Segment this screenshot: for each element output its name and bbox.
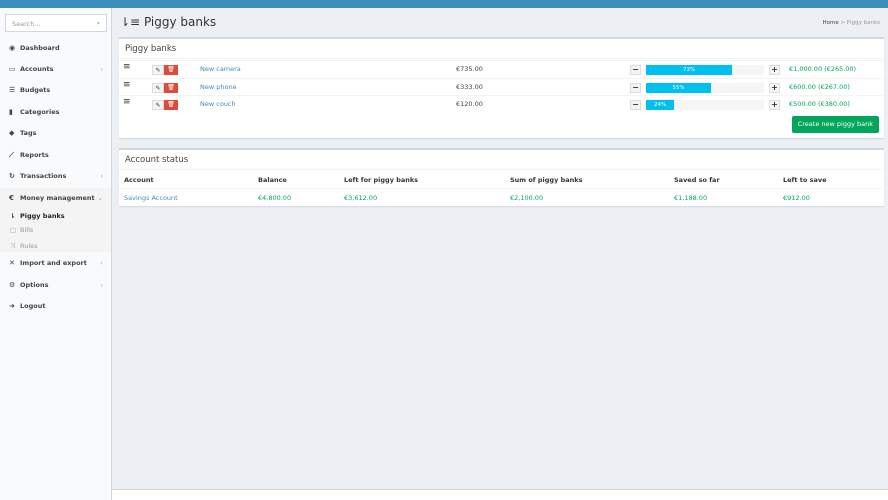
breadcrumb-home[interactable]: Home: [823, 20, 839, 26]
euro-icon: €: [9, 194, 14, 202]
sidebar-item-categories[interactable]: ▮ Categories: [0, 102, 112, 122]
chevron-left-icon: ‹: [100, 65, 103, 73]
search-icon[interactable]: ⌕: [96, 19, 100, 28]
budget-icon: ☰: [9, 86, 16, 94]
column-header: Account: [124, 176, 154, 184]
add-money-button[interactable]: +: [769, 65, 780, 75]
target-amount: €1,000.00 (€265.00): [789, 65, 857, 73]
sidebar-sub-rules[interactable]: ⤨ Rules: [10, 241, 38, 250]
column-header: Left for piggy banks: [344, 176, 419, 184]
chevron-left-icon: ‹: [100, 172, 103, 180]
account-link[interactable]: Savings Account: [124, 194, 178, 202]
table-cell: €4,800.00: [258, 194, 292, 202]
sort-amount-icon: ⇂≡: [120, 15, 144, 29]
sidebar-item-options[interactable]: ⚙ Options ‹: [0, 275, 112, 295]
progress-fill: 73%: [646, 65, 733, 75]
current-amount: €333.00: [456, 82, 483, 91]
column-header: Left to save: [783, 176, 827, 184]
top-navbar: [0, 0, 888, 8]
box-title: Account status: [119, 150, 884, 170]
delete-button[interactable]: 🗑: [164, 65, 178, 75]
delete-button[interactable]: 🗑: [164, 100, 178, 110]
calendar-icon: ▢: [10, 226, 17, 234]
progress-bar: 73%: [646, 65, 764, 75]
sidebar-item-budgets[interactable]: ☰ Budgets: [0, 80, 112, 100]
table-cell: €1,188.00: [674, 194, 708, 202]
sidebar-item-import-export[interactable]: ✕ Import and export ‹: [0, 253, 112, 273]
progress-bar: 55%: [646, 82, 764, 93]
sidebar-item-accounts[interactable]: ▭ Accounts ‹: [0, 59, 112, 79]
progress-fill: 24%: [646, 100, 675, 110]
edit-button[interactable]: ✎: [152, 65, 164, 75]
sidebar-item-transactions[interactable]: ↻ Transactions ‹: [0, 166, 112, 186]
tag-icon: ◆: [9, 129, 15, 137]
box-title: Piggy banks: [119, 39, 884, 59]
column-header: Balance: [258, 176, 287, 184]
edit-button[interactable]: ✎: [152, 100, 164, 110]
chevron-down-icon: ⌄: [97, 194, 103, 202]
arrows-icon: ✕: [9, 259, 15, 267]
edit-button[interactable]: ✎: [152, 82, 164, 93]
credit-card-icon: ▭: [9, 65, 16, 73]
remove-money-button[interactable]: −: [630, 82, 641, 93]
sidebar-item-reports[interactable]: ⟋ Reports: [0, 145, 112, 165]
column-header: Saved so far: [674, 176, 720, 184]
breadcrumb: Home > Piggy banks: [822, 20, 880, 26]
chevron-left-icon: ‹: [100, 259, 103, 267]
current-amount: €120.00: [456, 100, 483, 108]
sidebar-sub-piggy-banks[interactable]: ⇂ Piggy banks: [10, 212, 65, 220]
sidebar-item-money-management[interactable]: € Money management ⌄: [0, 188, 112, 208]
table-cell: €2,100.00: [510, 194, 544, 202]
column-header: Sum of piggy banks: [510, 176, 583, 184]
table-cell: €3,612.00: [344, 194, 378, 202]
current-amount: €735.00: [456, 65, 483, 73]
create-piggy-bank-button[interactable]: Create new piggy bank: [791, 116, 879, 133]
piggy-bank-row: ≡ ✎ 🗑 New couch €120.00 − 24% + €500.00 …: [119, 95, 884, 113]
piggy-bank-row: ≡ ✎ 🗑 New phone €333.00 − 55% + €600.00 …: [119, 77, 884, 96]
sidebar-item-dashboard[interactable]: ◉ Dashboard: [0, 38, 112, 58]
piggy-bank-row: ≡ ✎ 🗑 New camera €735.00 − 73% + €1,000.…: [119, 60, 884, 78]
sign-out-icon: ➜: [9, 302, 15, 310]
target-amount: €600.00 (€267.00): [789, 82, 850, 91]
sort-amount-icon: ⇂: [10, 212, 16, 220]
sidebar-item-tags[interactable]: ◆ Tags: [0, 123, 112, 143]
sidebar-item-logout[interactable]: ➜ Logout: [0, 296, 112, 316]
progress-fill: 55%: [646, 82, 711, 93]
target-amount: €500.00 (€380.00): [789, 100, 850, 108]
piggy-bank-name[interactable]: New phone: [200, 83, 237, 91]
drag-handle-icon[interactable]: ≡: [123, 80, 131, 90]
piggy-bank-name[interactable]: New couch: [200, 100, 236, 108]
line-chart-icon: ⟋: [9, 150, 14, 159]
add-money-button[interactable]: +: [769, 100, 780, 110]
drag-handle-icon[interactable]: ≡: [123, 97, 131, 107]
random-icon: ⤨: [10, 241, 16, 249]
chevron-left-icon: ‹: [100, 281, 103, 289]
account-status-box: Account status Account Savings Account Bal…: [119, 148, 884, 206]
repeat-icon: ↻: [9, 172, 15, 180]
sidebar: Search... ⌕ ◉ Dashboard ▭ Accounts ‹ ☰ Budget…: [0, 8, 112, 500]
page-title: ⇂≡ Piggy banks: [120, 15, 217, 29]
remove-money-button[interactable]: −: [630, 65, 641, 75]
search-input[interactable]: Search... ⌕: [5, 14, 107, 32]
piggy-banks-box: Piggy banks ≡ ✎ 🗑 New camera €735.00 − 7…: [119, 37, 884, 138]
cogs-icon: ⚙: [9, 281, 16, 289]
table-cell: €912.00: [783, 194, 810, 202]
bar-chart-icon: ▮: [9, 108, 13, 116]
dashboard-icon: ◉: [9, 44, 16, 52]
remove-money-button[interactable]: −: [630, 100, 641, 110]
add-money-button[interactable]: +: [769, 82, 780, 93]
footer: [112, 489, 888, 500]
progress-bar: 24%: [646, 100, 764, 110]
sidebar-sub-bills[interactable]: ▢ Bills: [10, 226, 33, 234]
drag-handle-icon[interactable]: ≡: [123, 62, 131, 72]
delete-button[interactable]: 🗑: [164, 82, 178, 93]
piggy-bank-name[interactable]: New camera: [200, 65, 241, 73]
